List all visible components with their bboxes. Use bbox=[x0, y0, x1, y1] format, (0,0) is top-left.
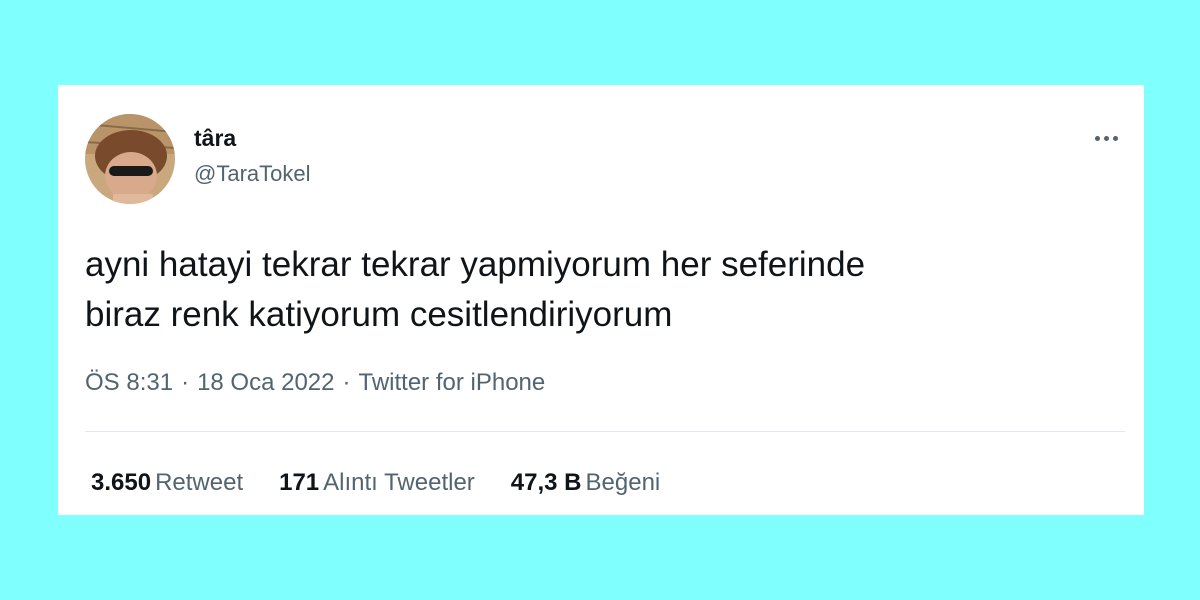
more-horizontal-icon bbox=[1094, 135, 1100, 141]
tweet-date[interactable]: 18 Oca 2022 bbox=[197, 369, 334, 396]
retweets-label: Retweet bbox=[155, 469, 244, 496]
quotes-label: Alıntı Tweetler bbox=[323, 469, 475, 496]
author-display-name[interactable]: târa bbox=[194, 125, 236, 152]
tweet-meta: ÖS 8:31 · 18 Oca 2022 · Twitter for iPhone bbox=[85, 369, 545, 397]
tweet-stats: 3.650 Retweet 171 Alıntı Tweetler 47,3 B Be… bbox=[91, 469, 660, 497]
quotes-count: 171 bbox=[279, 469, 320, 496]
tweet-text-line: ayni hatayi tekrar tekrar yapmiyorum her… bbox=[85, 245, 866, 284]
tweet-source[interactable]: Twitter for iPhone bbox=[359, 369, 546, 396]
tweet-card: târa @TaraTokel ayni hatayi tekrar tekra… bbox=[58, 85, 1144, 515]
divider bbox=[85, 431, 1125, 432]
avatar-image bbox=[85, 114, 175, 204]
likes-count: 47,3 B bbox=[510, 469, 582, 496]
meta-separator: · bbox=[342, 369, 351, 396]
more-options-button[interactable] bbox=[1088, 127, 1124, 149]
more-horizontal-icon bbox=[1103, 135, 1109, 141]
retweets-count: 3.650 bbox=[91, 469, 152, 496]
retweets-stat[interactable]: 3.650 Retweet bbox=[91, 469, 243, 497]
avatar[interactable] bbox=[85, 114, 175, 204]
quotes-stat[interactable]: 171 Alıntı Tweetler bbox=[279, 469, 475, 497]
tweet-text-line: biraz renk katiyorum cesitlendiriyorum bbox=[85, 295, 673, 334]
likes-label: Beğeni bbox=[585, 469, 661, 496]
tweet-text: ayni hatayi tekrar tekrar yapmiyorum her… bbox=[85, 240, 1115, 340]
meta-separator: · bbox=[181, 369, 190, 396]
more-horizontal-icon bbox=[1112, 135, 1118, 141]
likes-stat[interactable]: 47,3 B Beğeni bbox=[511, 469, 660, 497]
author-handle[interactable]: @TaraTokel bbox=[194, 161, 311, 187]
tweet-time[interactable]: ÖS 8:31 bbox=[85, 369, 173, 396]
